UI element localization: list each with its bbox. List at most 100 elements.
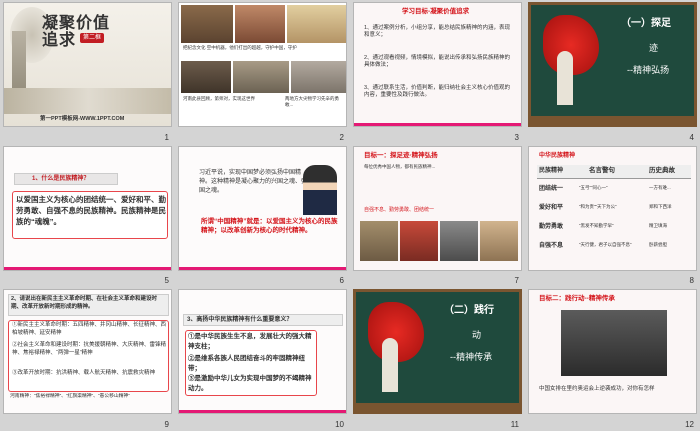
slide-thumbnail-8[interactable]: 中华民族精神 民族精神 名言警句 历史典故 团结统一 “五弓”“同心一” 一方有… (525, 144, 700, 288)
slide-4-heading-1: （一）探足 (621, 18, 671, 29)
slide-3-item-3: 3、通过联系生活，价值判断，能归纳社会主义核心价值观的内容，重要性及践行做法。 (364, 85, 511, 99)
slide-thumbnail-12[interactable]: 目标二：践行动--精神传承 中国女排在里约奥运会上逆袭成功，对你有怎样 12 (525, 287, 700, 431)
slide-11-canvas: （二）践行 动 --精神传承 (353, 289, 522, 415)
photo-3 (440, 220, 478, 261)
mountain-image (4, 88, 171, 114)
slide-10-question: 3、高扬中华民族精神有什么重要意义？ (187, 317, 293, 324)
slide-5-body: 以爱国主义为核心的团结统一、爱好和平、勤劳勇敢、自强不息的民族精神。民族精神是民… (16, 194, 166, 227)
video-frame[interactable] (561, 310, 667, 377)
slide-thumbnail-7[interactable]: 目标一：探足迹·精神弘扬 每位优秀中国人物，都有民族精神... 自强不息、勤劳勇… (350, 144, 525, 288)
slide-number: 11 (510, 419, 519, 429)
photo-4 (480, 220, 518, 261)
slide-2-canvas: 把纪念文化 空中机器，他们打出的超越，守护中国，守护 河南此县回顾，第师对，实现… (178, 2, 347, 127)
slide-9-question: 2、请说出在新民主主义革命时期、在社会主义革命和建设时期、改革开放新时期形成的精… (11, 296, 158, 310)
col-header-2: 名言警句 (589, 166, 615, 174)
slide-thumbnail-11[interactable]: （二）践行 动 --精神传承 11 (350, 287, 525, 431)
slide-number: 10 (335, 419, 344, 429)
slide-3-item-1: 1、通过案例分析，小组分享，能总结民族精神的内涵，表现和意义； (364, 25, 511, 39)
slide-1-title: 凝聚价值追求 (42, 13, 111, 49)
table-cell: “和为贵”“天下为公” (579, 203, 617, 209)
slide-number: 5 (164, 276, 169, 286)
board-ledge (356, 403, 519, 412)
slide-thumbnail-grid: 凝聚价值追求 第二框 第一PPT模板网-WWW.1PPT.COM 1 把纪念文化… (0, 0, 700, 431)
portrait-image (303, 164, 337, 215)
photo-5 (233, 61, 289, 93)
table-cell: 卧薪尝胆 (649, 241, 667, 247)
slide-11-heading-3: --精神传承 (450, 353, 493, 364)
slide-2-caption-3: 两地方大尖物学习先辛的勇敢... (285, 96, 339, 108)
slide-4-heading-2: 迹 (649, 44, 659, 54)
slide-10-bottom-bar (179, 410, 346, 414)
slide-8-heading: 中华民族精神 (539, 152, 576, 159)
slide-thumbnail-2[interactable]: 把纪念文化 空中机器，他们打出的超越，守护中国，守护 河南此县回顾，第师对，实现… (175, 0, 350, 144)
slide-number: 4 (689, 132, 694, 142)
slide-number: 1 (164, 132, 169, 142)
slide-3-canvas: 学习目标-凝聚价值追求 1、通过案例分析，小组分享，能总结民族精神的内涵，表现和… (353, 2, 522, 127)
photo-6 (291, 61, 346, 93)
slide-10-item-3: ③是激励中华儿女为实现中国梦的不竭精神动力。 (188, 375, 312, 392)
slide-10-canvas: 3、高扬中华民族精神有什么重要意义？ ①是中华民族生生不息，发展壮大的强大精神支… (178, 289, 347, 415)
slide-number: 6 (339, 276, 344, 286)
table-cell: 精卫填海 (649, 222, 667, 228)
slide-7-canvas: 目标一：探足迹·精神弘扬 每位优秀中国人物，都有民族精神... 自强不息、勤劳勇… (353, 145, 522, 271)
photo-4 (181, 61, 231, 93)
table-header: 民族精神 名言警句 历史典故 (537, 164, 691, 179)
slide-1-footer: 第一PPT模板网-WWW.1PPT.COM (40, 116, 125, 122)
table-cell: “五弓”“同心一” (579, 184, 608, 190)
table-cell: 自强不息 (539, 242, 564, 249)
table-cell: 团结统一 (539, 185, 564, 192)
slide-9-item-1: ①新民主主义革命时期：五四精神、井冈山精神、长征精神、西柏坡精神、延安精神 (12, 322, 167, 336)
slide-6-paragraph-1: 习近平说，实现中国梦必须弘扬中国精神。这种精神是凝心聚力的兴国之魂、强国之魂。 (199, 169, 308, 194)
slide-thumbnail-10[interactable]: 3、高扬中华民族精神有什么重要意义？ ①是中华民族生生不息，发展壮大的强大精神支… (175, 287, 350, 431)
slide-12-caption: 中国女排在里约奥运会上逆袭成功，对你有怎样 (539, 386, 655, 393)
table-cell: “黑发不知勤学早” (579, 222, 614, 228)
slide-number: 12 (685, 419, 694, 429)
slide-2-caption-1: 把纪念文化 空中机器，他们打出的超越，守护中国，守护 (183, 45, 297, 50)
slide-number: 2 (339, 132, 344, 142)
slide-10-item-1: ①是中华民族生生不息，发展壮大的强大精神支柱； (188, 333, 312, 350)
slide-1-tag: 第二框 (80, 33, 105, 44)
slide-thumbnail-5[interactable]: 1、什么是民族精神？ 以爱国主义为核心的团结统一、爱好和平、勤劳勇敢、自强不息的… (0, 144, 175, 288)
slide-9-item-3: ③改革开放时期：抗洪精神、载人航天精神、抗震救灾精神 (12, 370, 156, 377)
slide-number: 7 (514, 276, 519, 286)
photo-3 (287, 5, 346, 43)
slide-thumbnail-3[interactable]: 学习目标-凝聚价值追求 1、通过案例分析，小组分享，能总结民族精神的内涵，表现和… (350, 0, 525, 144)
slide-thumbnail-6[interactable]: 习近平说，实现中国梦必须弘扬中国精神。这种精神是凝心聚力的兴国之魂、强国之魂。 … (175, 144, 350, 288)
slide-5-question: 1、什么是民族精神？ (32, 175, 90, 182)
slide-7-note: 每位优秀中国人物，都有民族精神... (364, 163, 436, 169)
slide-12-goal: 目标二：践行动--精神传承 (539, 295, 615, 303)
slide-3-bottom-bar (354, 123, 521, 126)
slide-4-canvas: （一）探足 迹 --精神弘扬 (528, 2, 697, 127)
slide-9-canvas: 2、请说出在新民主主义革命时期、在社会主义革命和建设时期、改革开放新时期形成的精… (3, 289, 172, 415)
slide-3-item-2: 2、通过观看视频，情境模拟，能说出传承和弘扬民族精神的具体做法； (364, 55, 511, 69)
slide-thumbnail-1[interactable]: 凝聚价值追求 第二框 第一PPT模板网-WWW.1PPT.COM 1 (0, 0, 175, 144)
table-cell: “天行健，君子以自强不息” (579, 241, 632, 247)
person-image (557, 51, 573, 105)
board-ledge (531, 116, 694, 124)
table-cell: 勤劳勇敢 (539, 223, 564, 230)
table-cell: 一方有难... (649, 184, 671, 190)
table-row: 爱好和平 “和为贵”“天下为公” 郑和下西洋 (537, 200, 691, 218)
slide-5-bottom-bar (4, 266, 171, 270)
slide-thumbnail-9[interactable]: 2、请说出在新民主主义革命时期、在社会主义革命和建设时期、改革开放新时期形成的精… (0, 287, 175, 431)
slide-4-heading-3: --精神弘扬 (627, 66, 670, 76)
slide-6-canvas: 习近平说，实现中国梦必须弘扬中国精神。这种精神是凝心聚力的兴国之魂、强国之魂。 … (178, 145, 347, 271)
photo-1 (181, 5, 233, 43)
slide-number: 9 (164, 419, 169, 429)
slide-8-canvas: 中华民族精神 民族精神 名言警句 历史典故 团结统一 “五弓”“同心一” 一方有… (528, 145, 697, 271)
slide-11-heading-1: （二）践行 (444, 305, 494, 317)
slide-5-canvas: 1、什么是民族精神？ 以爱国主义为核心的团结统一、爱好和平、勤劳勇敢、自强不息的… (3, 145, 172, 271)
table-row: 自强不息 “天行健，君子以自强不息” 卧薪尝胆 (537, 238, 691, 256)
slide-9-footer: 河南精神：“焦裕禄精神”、“红旗渠精神”、“愚公移山精神” (10, 394, 130, 400)
person-image (382, 338, 398, 393)
photo-1 (360, 220, 398, 261)
slide-1-canvas: 凝聚价值追求 第二框 第一PPT模板网-WWW.1PPT.COM (3, 2, 172, 127)
table-row: 团结统一 “五弓”“同心一” 一方有难... (537, 181, 691, 199)
col-header-3: 历史典故 (649, 166, 675, 174)
photo-2 (235, 5, 285, 43)
slide-3-heading: 学习目标-凝聚价值追求 (402, 8, 470, 15)
slide-thumbnail-4[interactable]: （一）探足 迹 --精神弘扬 4 (525, 0, 700, 144)
slide-number: 8 (689, 276, 694, 286)
slide-7-bottom-text: 自强不息、勤劳勇敢、团结统一 (364, 206, 435, 213)
slide-6-paragraph-2: 所谓“中国精神”就是：以爱国主义为核心的民族精神；以改革创新为核心的时代精神。 (201, 217, 338, 235)
